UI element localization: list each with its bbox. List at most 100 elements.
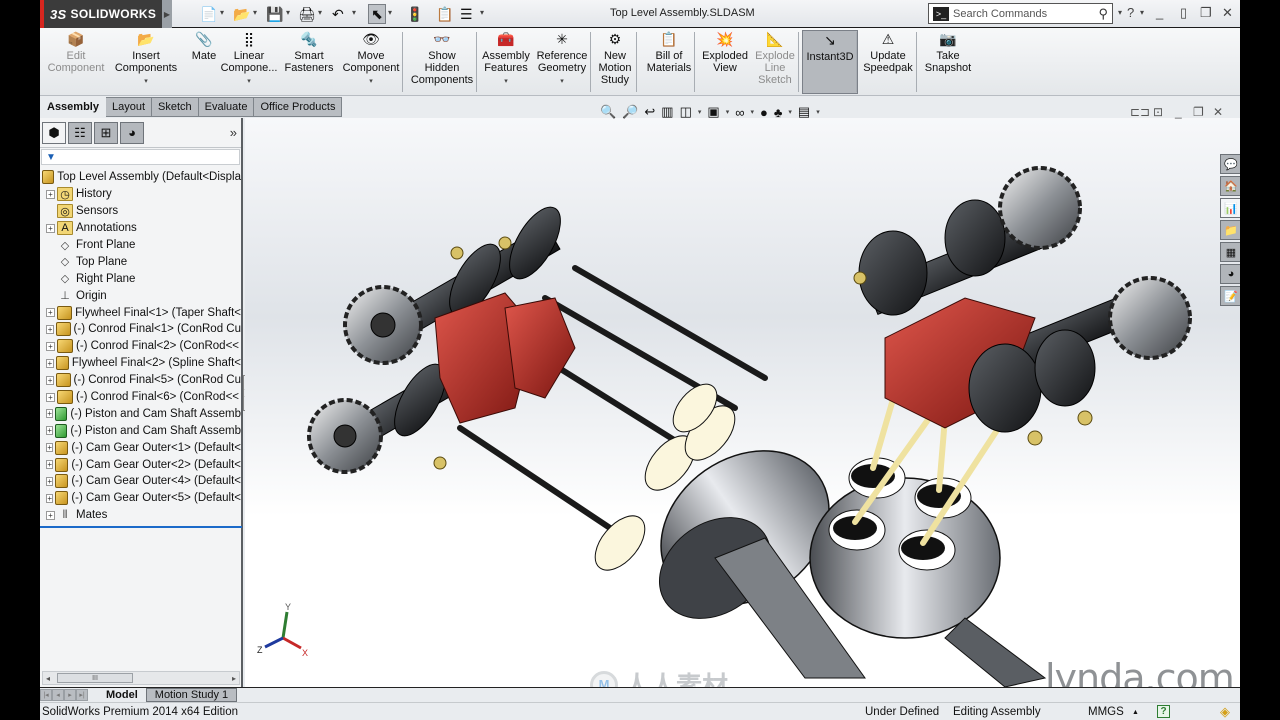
viewport-split-horizontal-icon[interactable]: ⊏⊐: [1130, 105, 1150, 119]
tree-node[interactable]: ◎ Sensors: [40, 203, 241, 220]
insert-components-button[interactable]: 📂 Insert Components ▾: [112, 30, 180, 94]
custom-properties-tab[interactable]: ◕: [1220, 264, 1240, 284]
last-tab-icon[interactable]: ▸|: [76, 688, 88, 701]
options-dropdown-icon[interactable]: ▾: [480, 8, 484, 17]
tree-node[interactable]: + Flywheel Final<2> (Spline Shaft<: [40, 355, 241, 372]
edit-appearance-icon[interactable]: ●: [760, 105, 768, 120]
tree-node[interactable]: + (-) Cam Gear Outer<4> (Default<: [40, 473, 241, 490]
tree-node[interactable]: + (-) Conrod Final<6> (ConRod<<: [40, 389, 241, 406]
displaymanager-tab[interactable]: ◕: [120, 121, 144, 144]
rebuild-icon[interactable]: 🚦: [406, 4, 423, 24]
expand-icon[interactable]: +: [46, 189, 55, 199]
hide-show-items-icon[interactable]: ∞: [735, 105, 744, 120]
search-icon[interactable]: ⚲: [1098, 6, 1108, 22]
expand-icon[interactable]: +: [46, 443, 54, 453]
prev-tab-icon[interactable]: ◂: [52, 688, 64, 701]
expand-icon[interactable]: +: [46, 460, 54, 470]
viewport-restore-icon[interactable]: ❐: [1193, 105, 1204, 119]
tree-node[interactable]: + (-) Cam Gear Outer<2> (Default<: [40, 456, 241, 473]
viewport-close-icon[interactable]: ✕: [1213, 105, 1223, 119]
tree-node[interactable]: ⊥ Origin: [40, 287, 241, 304]
expand-icon[interactable]: +: [46, 358, 54, 368]
expand-icon[interactable]: +: [46, 375, 55, 385]
horizontal-scrollbar[interactable]: ◂ III ▸: [42, 671, 240, 685]
tree-node[interactable]: ◇ Front Plane: [40, 237, 241, 254]
help-icon[interactable]: ?: [1157, 705, 1170, 718]
tab-assembly[interactable]: Assembly: [40, 97, 106, 117]
file-explorer-tab[interactable]: 📊: [1220, 198, 1240, 218]
hide-show-items-dropdown-icon[interactable]: ▾: [750, 108, 754, 116]
view-orientation-dropdown-icon[interactable]: ▾: [698, 108, 702, 116]
linear-component-pattern-dropdown-icon[interactable]: ▾: [247, 76, 251, 88]
tree-node[interactable]: + Flywheel Final<1> (Taper Shaft<: [40, 304, 241, 321]
search-dropdown-icon[interactable]: ▾: [1118, 8, 1122, 17]
featuremanager-tab[interactable]: ⬢: [42, 121, 66, 144]
viewport-split-vertical-icon[interactable]: ⊡: [1153, 105, 1163, 119]
tree-node[interactable]: ◇ Top Plane: [40, 253, 241, 270]
units-dropdown-icon[interactable]: ▲: [1132, 709, 1139, 716]
explode-line-sketch-button[interactable]: 📐 Explode Line Sketch: [754, 30, 796, 94]
section-view-icon[interactable]: ▥: [661, 104, 673, 120]
zoom-to-fit-icon[interactable]: 🔍: [600, 104, 616, 120]
expand-icon[interactable]: +: [46, 476, 54, 486]
appearances-scenes-tab[interactable]: ▦: [1220, 242, 1240, 262]
next-tab-icon[interactable]: ▸: [64, 688, 76, 701]
new-document-dropdown-icon[interactable]: ▾: [220, 8, 224, 17]
menu-expand-arrow-icon[interactable]: ▶: [162, 0, 172, 28]
expand-icon[interactable]: +: [46, 426, 54, 436]
filter-icon[interactable]: ▼: [46, 152, 56, 163]
tree-filter[interactable]: ▼: [41, 149, 240, 165]
tab-motion-study-1[interactable]: Motion Study 1: [145, 687, 238, 702]
first-tab-icon[interactable]: |◂: [40, 688, 52, 701]
update-speedpak-button[interactable]: ⚠ Update Speedpak: [860, 30, 916, 94]
tree-node[interactable]: + ⫴ Mates: [40, 507, 241, 524]
expand-icon[interactable]: +: [46, 510, 55, 520]
save-icon[interactable]: 💾: [266, 4, 283, 24]
expand-icon[interactable]: +: [46, 308, 55, 318]
reference-geometry-dropdown-icon[interactable]: ▾: [560, 76, 564, 88]
expand-icon[interactable]: +: [46, 493, 54, 503]
new-document-icon[interactable]: 📄: [200, 4, 217, 24]
view-orientation-icon[interactable]: ◫: [680, 104, 692, 120]
print-icon[interactable]: 🖨: [298, 4, 316, 24]
tree-node[interactable]: + A Annotations: [40, 220, 241, 237]
engine-assembly-model[interactable]: [245, 118, 1240, 687]
tree-node[interactable]: + (-) Piston and Cam Shaft Assemb: [40, 405, 241, 422]
save-dropdown-icon[interactable]: ▾: [286, 8, 290, 17]
exploded-view-button[interactable]: 💥 Exploded View: [700, 30, 750, 94]
tree-node[interactable]: + (-) Conrod Final<2> (ConRod<<: [40, 338, 241, 355]
expand-icon[interactable]: +: [46, 223, 55, 233]
forum-tab[interactable]: 📝: [1220, 286, 1240, 306]
more-tabs-icon[interactable]: »: [230, 125, 237, 140]
tab-model[interactable]: Model: [98, 687, 146, 702]
tab-office-products[interactable]: Office Products: [254, 97, 343, 117]
insert-components-dropdown-icon[interactable]: ▾: [144, 76, 148, 88]
edit-component-button[interactable]: 📦 Edit Component: [46, 30, 106, 94]
print-dropdown-icon[interactable]: ▾: [318, 8, 322, 17]
tree-node[interactable]: ◇ Right Plane: [40, 270, 241, 287]
take-snapshot-button[interactable]: 📷 Take Snapshot: [920, 30, 976, 94]
assembly-features-button[interactable]: 🧰 Assembly Features ▾: [480, 30, 532, 94]
right-camshaft-assembly[interactable]: [853, 166, 1192, 446]
search-commands-field[interactable]: >_ Search Commands ⚲: [928, 3, 1113, 24]
assembly-features-dropdown-icon[interactable]: ▾: [504, 76, 508, 88]
restore-button[interactable]: ❐: [1200, 5, 1212, 21]
show-hidden-components-button[interactable]: 👓 Show Hidden Components: [408, 30, 476, 94]
smart-fasteners-button[interactable]: 🔩 Smart Fasteners: [280, 30, 338, 94]
tree-node[interactable]: + (-) Cam Gear Outer<5> (Default<: [40, 490, 241, 507]
tree-node[interactable]: + (-) Conrod Final<1> (ConRod Cu: [40, 321, 241, 338]
previous-view-icon[interactable]: ↩: [644, 104, 655, 120]
apply-scene-dropdown-icon[interactable]: ▾: [788, 108, 792, 116]
design-library-tab[interactable]: 🏠: [1220, 176, 1240, 196]
undo-dropdown-icon[interactable]: ▾: [352, 8, 356, 17]
instant3d-button[interactable]: ↘ Instant3D: [802, 30, 858, 94]
graphics-area[interactable]: 🔍 🔎 ↩ ▥ ◫ ▾ ▣ ▾ ∞ ▾ ● ♣ ▾ ▤ ▾ ⊏⊐ ⊡ _ ❐ ✕ 💬 🏠 📊 📁 ▦ ◕ 📝 Y X Z…: [245, 104, 1240, 701]
file-properties-icon[interactable]: 📋: [436, 4, 453, 24]
view-settings-dropdown-icon[interactable]: ▾: [816, 108, 820, 116]
zoom-to-area-icon[interactable]: 🔎: [622, 104, 638, 120]
move-component-button[interactable]: 👁 Move Component ▾: [340, 30, 402, 94]
display-style-dropdown-icon[interactable]: ▾: [726, 108, 730, 116]
reference-geometry-button[interactable]: ✳ Reference Geometry ▾: [534, 30, 590, 94]
new-motion-study-button[interactable]: ⚙ New Motion Study: [596, 30, 634, 94]
tree-node[interactable]: + (-) Cam Gear Outer<1> (Default<: [40, 439, 241, 456]
